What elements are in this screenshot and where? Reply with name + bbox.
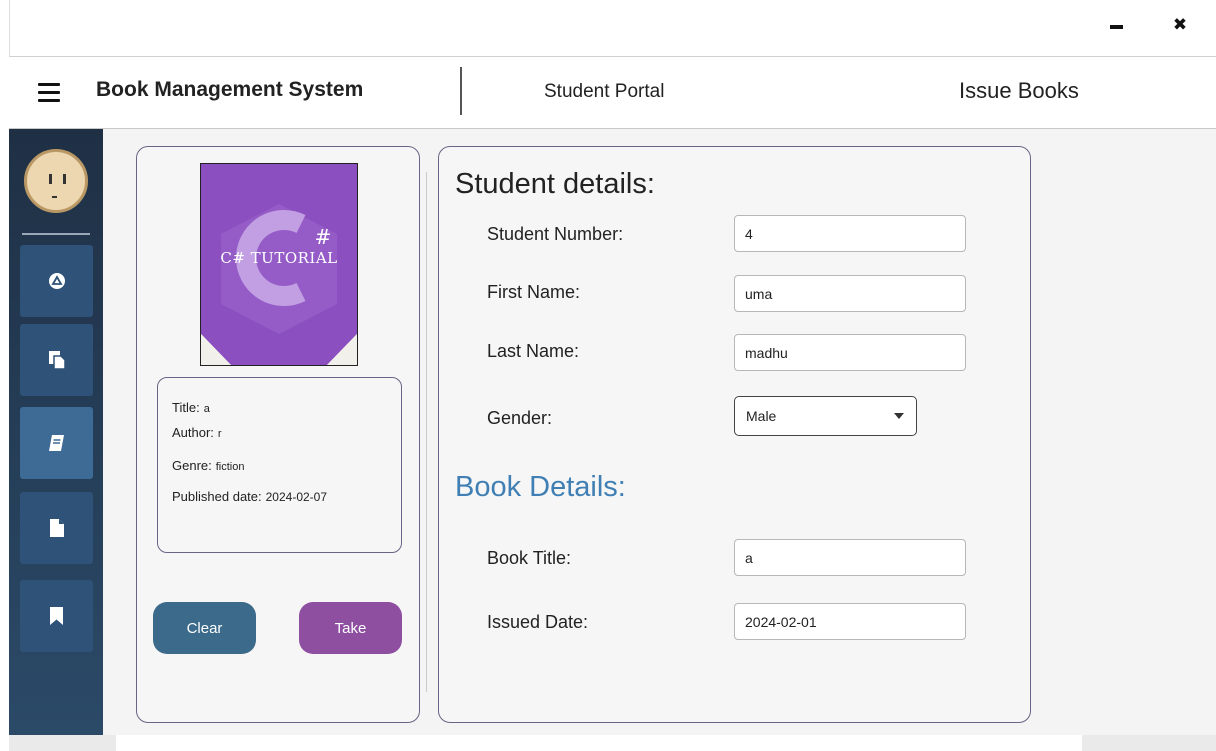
dashboard-icon [48,273,65,289]
student-number-field[interactable]: 4 [734,215,966,252]
student-details-heading: Student details: [455,168,655,200]
bottom-strip [9,735,1216,751]
bottom-strip-right [1082,735,1216,751]
genre-value: fiction [215,461,245,473]
info-title: Title: a [172,400,210,415]
avatar-left-eye [49,174,52,184]
hamburger-menu-icon[interactable] [38,83,60,103]
published-value: 2024-02-07 [265,490,328,504]
published-label: Published date: [172,489,262,504]
book-cover-image: # C# TUTORIAL [200,163,358,366]
sidebar-separator [22,233,90,235]
take-button[interactable]: Take [299,602,402,654]
book-icon [48,435,64,451]
last-name-label: Last Name: [487,341,580,361]
header-divider [460,67,462,115]
book-title-label: Book Title: [487,548,572,568]
sidebar-item-books[interactable] [20,407,93,479]
file-icon [49,519,64,537]
panel-divider [426,172,427,692]
genre-label: Genre: [172,458,212,473]
sidebar-item-bookmarks[interactable] [20,580,93,652]
info-genre: Genre: fiction [172,458,245,473]
minimize-icon[interactable] [1101,10,1131,40]
gender-value: Male [746,408,777,424]
cover-text: C# TUTORIAL [220,249,338,267]
first-name-label: First Name: [487,282,581,302]
student-number-label: Student Number: [487,224,624,244]
sidebar-item-dashboard[interactable] [20,245,93,317]
copy-icon [48,351,66,370]
book-info-card: Title: a Author: r Genre: fiction Published… [157,377,402,553]
bottom-strip-left [9,735,116,751]
sidebar-item-documents[interactable] [20,492,93,564]
last-name-field[interactable]: madhu [734,334,966,371]
sidebar-item-copies[interactable] [20,324,93,396]
svg-text:#: # [315,225,332,249]
book-title-field[interactable]: a [734,539,966,576]
issued-date-label: Issued Date: [487,612,589,632]
author-value: r [217,428,222,440]
app-title: Book Management System [96,78,364,101]
info-published: Published date: 2024-02-07 [172,489,327,504]
avatar-right-eye [63,174,66,184]
author-label: Author: [172,425,214,440]
portal-label: Student Portal [544,81,665,102]
window-titlebar: ✖ [9,0,1216,57]
gender-label: Gender: [487,408,553,428]
title-label: Title: [172,400,200,415]
app-header: Book Management System Student Portal Is… [9,57,1216,129]
book-details-heading: Book Details: [455,471,626,503]
first-name-field[interactable]: uma [734,275,966,312]
gender-select[interactable]: Male [734,396,917,436]
avatar-mouth [52,196,57,198]
issued-date-field[interactable]: 2024-02-01 [734,603,966,640]
close-icon[interactable]: ✖ [1165,10,1195,40]
clear-button[interactable]: Clear [153,602,256,654]
info-author: Author: r [172,425,222,440]
sidebar [9,129,103,735]
chevron-down-icon [894,413,904,419]
bookmark-icon [50,607,63,625]
title-value: a [203,403,210,415]
page-heading: Issue Books [959,78,1079,103]
avatar[interactable] [24,149,88,213]
